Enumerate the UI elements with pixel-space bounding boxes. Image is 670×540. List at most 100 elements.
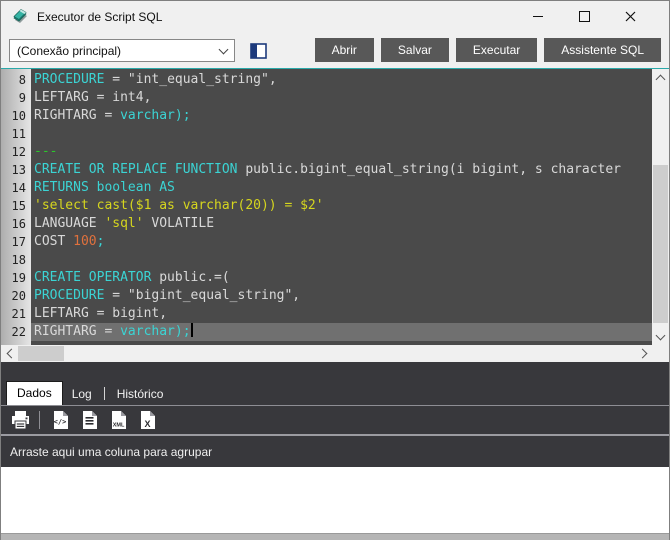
token-string: 'sql' xyxy=(104,216,143,231)
token-plain: = "bigint_equal_string", xyxy=(104,288,300,303)
result-panel: DadosLog Histórico </> XML X Arraste aqui u… xyxy=(1,362,669,533)
export-code-icon[interactable]: </> xyxy=(47,408,73,432)
toolbar-separator xyxy=(39,411,40,429)
code-line-19[interactable]: CREATE OPERATOR public.=( xyxy=(31,269,652,287)
tab-separator xyxy=(104,387,105,400)
code-line-9[interactable]: LEFTARG = int4, xyxy=(31,89,652,107)
chevron-down-icon xyxy=(219,44,229,54)
token-plain: = "int_equal_string", xyxy=(104,72,276,87)
line-number-11: 11 xyxy=(1,125,31,143)
vertical-scrollbar[interactable] xyxy=(652,69,669,345)
code-line-17[interactable]: COST 100; xyxy=(31,233,652,251)
token-keyword: ; xyxy=(97,234,105,249)
tab-log[interactable]: Log xyxy=(63,383,101,405)
main-toolbar: (Conexão principal) AbrirSalvarExecutarA… xyxy=(1,32,669,68)
assistente-sql-button[interactable]: Assistente SQL xyxy=(544,38,661,62)
code-line-10[interactable]: RIGHTARG = varchar); xyxy=(31,107,652,125)
token-keyword: varchar); xyxy=(120,108,190,123)
token-keyword: varchar); xyxy=(120,324,190,339)
token-plain: RIGHTARG = xyxy=(34,324,120,339)
connection-select[interactable]: (Conexão principal) xyxy=(9,39,235,62)
horizontal-scrollbar[interactable] xyxy=(1,345,652,362)
line-number-19: 19 xyxy=(1,269,31,287)
code-line-18[interactable] xyxy=(31,251,652,269)
code-line-13[interactable]: CREATE OR REPLACE FUNCTION public.bigint… xyxy=(31,161,652,179)
app-icon xyxy=(11,8,29,25)
code-line-15[interactable]: 'select cast($1 as varchar(20)) = $2' xyxy=(31,197,652,215)
export-text-icon[interactable] xyxy=(76,408,102,432)
code-line-20[interactable]: PROCEDURE = "bigint_equal_string", xyxy=(31,287,652,305)
line-number-14: 14 xyxy=(1,179,31,197)
print-icon[interactable] xyxy=(7,408,33,432)
line-number-18: 18 xyxy=(1,251,31,269)
export-xml-icon[interactable]: XML xyxy=(105,408,131,432)
token-plain: public.bigint_equal_string(i bigint, s c… xyxy=(238,162,622,177)
minimize-icon[interactable] xyxy=(515,1,561,32)
line-number-9: 9 xyxy=(1,89,31,107)
line-number-13: 13 xyxy=(1,161,31,179)
line-number-20: 20 xyxy=(1,287,31,305)
close-icon[interactable] xyxy=(607,1,653,32)
editor-code[interactable]: PROCEDURE = "int_equal_string",LEFTARG =… xyxy=(31,69,652,345)
export-excel-icon[interactable]: X xyxy=(134,408,160,432)
token-keyword: PROCEDURE xyxy=(34,72,104,87)
tab-historico[interactable]: Histórico xyxy=(108,383,173,405)
tab-dados[interactable]: Dados xyxy=(6,381,63,405)
scroll-right-icon[interactable] xyxy=(635,345,652,362)
scrollbar-corner xyxy=(652,345,669,362)
token-keyword: CREATE OPERATOR xyxy=(34,270,151,285)
svg-text:X: X xyxy=(144,419,150,429)
title-bar: Executor de Script SQL xyxy=(1,1,669,32)
token-plain: VOLATILE xyxy=(144,216,214,231)
token-plain: RIGHTARG = xyxy=(34,108,120,123)
connection-select-value: (Conexão principal) xyxy=(17,44,121,58)
token-keyword: CREATE OR REPLACE FUNCTION xyxy=(34,162,238,177)
result-tabs: DadosLog Histórico xyxy=(6,382,172,405)
svg-text:</>: </> xyxy=(53,418,66,426)
text-caret xyxy=(191,323,193,337)
token-comment: --- xyxy=(34,144,57,159)
code-line-14[interactable]: RETURNS boolean AS xyxy=(31,179,652,197)
scroll-down-icon[interactable] xyxy=(652,328,669,345)
line-number-15: 15 xyxy=(1,197,31,215)
editor-gutter: 8910111213141516171819202122 xyxy=(1,69,31,345)
token-plain: LEFTARG = int4, xyxy=(34,90,151,105)
data-grid-body[interactable] xyxy=(1,467,669,533)
code-line-21[interactable]: LEFTARG = bigint, xyxy=(31,305,652,323)
code-line-11[interactable] xyxy=(31,125,652,143)
export-toolbar: </> XML X xyxy=(1,406,669,434)
scroll-up-icon[interactable] xyxy=(652,69,669,86)
line-number-21: 21 xyxy=(1,305,31,323)
token-plain: LANGUAGE xyxy=(34,216,104,231)
maximize-icon[interactable] xyxy=(561,1,607,32)
line-number-17: 17 xyxy=(1,233,31,251)
token-plain: public.=( xyxy=(151,270,229,285)
app-window: Executor de Script SQL (Conexão principa… xyxy=(0,0,670,540)
connection-panel-button[interactable] xyxy=(248,41,268,60)
token-plain: COST xyxy=(34,234,73,249)
line-number-22: 22 xyxy=(1,323,31,341)
code-line-22[interactable]: RIGHTARG = varchar); xyxy=(31,323,652,341)
token-number: 100 xyxy=(73,234,96,249)
scroll-left-icon[interactable] xyxy=(1,345,18,362)
window-controls xyxy=(515,1,653,32)
sql-editor[interactable]: 8910111213141516171819202122 PROCEDURE =… xyxy=(1,68,669,345)
salvar-button[interactable]: Salvar xyxy=(381,38,449,62)
vertical-scroll-thumb[interactable] xyxy=(653,165,668,323)
abrir-button[interactable]: Abrir xyxy=(315,38,374,62)
executar-button[interactable]: Executar xyxy=(456,38,537,62)
code-line-16[interactable]: LANGUAGE 'sql' VOLATILE xyxy=(31,215,652,233)
token-plain: LEFTARG = bigint, xyxy=(34,306,167,321)
window-title: Executor de Script SQL xyxy=(37,10,162,24)
token-keyword: PROCEDURE xyxy=(34,288,104,303)
code-line-12[interactable]: --- xyxy=(31,143,652,161)
line-number-8: 8 xyxy=(1,71,31,89)
code-line-8[interactable]: PROCEDURE = "int_equal_string", xyxy=(31,71,652,89)
toolbar-buttons: Abrir Salvar Executar Assistente SQL xyxy=(315,38,661,62)
horizontal-scroll-thumb[interactable] xyxy=(18,346,64,361)
line-number-12: 12 xyxy=(1,143,31,161)
group-by-hint: Arraste aqui uma coluna para agrupar xyxy=(10,445,212,459)
status-strip xyxy=(1,533,669,540)
group-by-drop-zone[interactable]: Arraste aqui uma coluna para agrupar xyxy=(1,436,669,467)
line-number-16: 16 xyxy=(1,215,31,233)
